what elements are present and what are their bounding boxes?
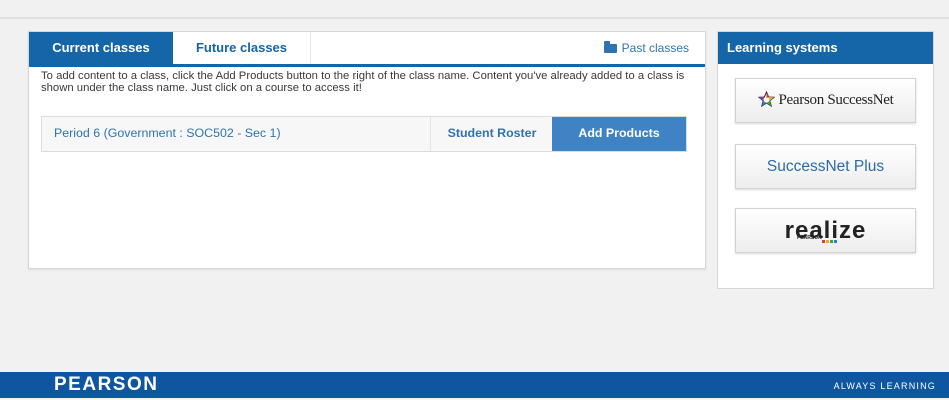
star-logo-icon	[757, 90, 775, 112]
pearson-realize-button[interactable]: PEARSON realize	[735, 208, 916, 253]
footer-tagline: ALWAYS LEARNING	[833, 381, 936, 391]
pearson-footer-logo: PEARSON	[54, 374, 159, 395]
successnet-plus-label: SuccessNet Plus	[766, 158, 885, 175]
tab-current-classes[interactable]: Current classes	[29, 32, 173, 64]
past-classes-label: Past classes	[621, 41, 689, 55]
add-products-button[interactable]: Add Products	[552, 117, 686, 151]
tab-future-classes[interactable]: Future classes	[173, 32, 311, 64]
successnet-plus-button[interactable]: SuccessNet Plus	[735, 144, 916, 189]
classes-panel: Current classes Future classes Past clas…	[28, 31, 706, 269]
footer-bar: PEARSON ALWAYS LEARNING	[0, 372, 949, 398]
class-name-link[interactable]: Period 6 (Government : SOC502 - Sec 1)	[54, 117, 281, 150]
folder-icon	[603, 41, 617, 53]
learning-systems-panel: Learning systems Pearson SuccessNet Succ…	[717, 31, 934, 289]
class-row: Period 6 (Government : SOC502 - Sec 1) S…	[41, 116, 687, 152]
instructions-text: To add content to a class, click the Add…	[41, 70, 685, 94]
pearson-successnet-label: Pearson SuccessNet	[778, 92, 894, 108]
realize-dots	[822, 217, 838, 260]
past-classes-link[interactable]: Past classes	[603, 32, 689, 64]
learning-systems-title: Learning systems	[718, 32, 933, 64]
top-divider	[0, 17, 949, 19]
realize-brand-label: PEARSON	[797, 235, 822, 241]
class-tabs: Current classes Future classes Past clas…	[29, 32, 705, 67]
student-roster-button[interactable]: Student Roster	[430, 117, 553, 151]
realize-logo: PEARSON realize	[736, 209, 915, 255]
pearson-successnet-button[interactable]: Pearson SuccessNet	[735, 78, 916, 123]
